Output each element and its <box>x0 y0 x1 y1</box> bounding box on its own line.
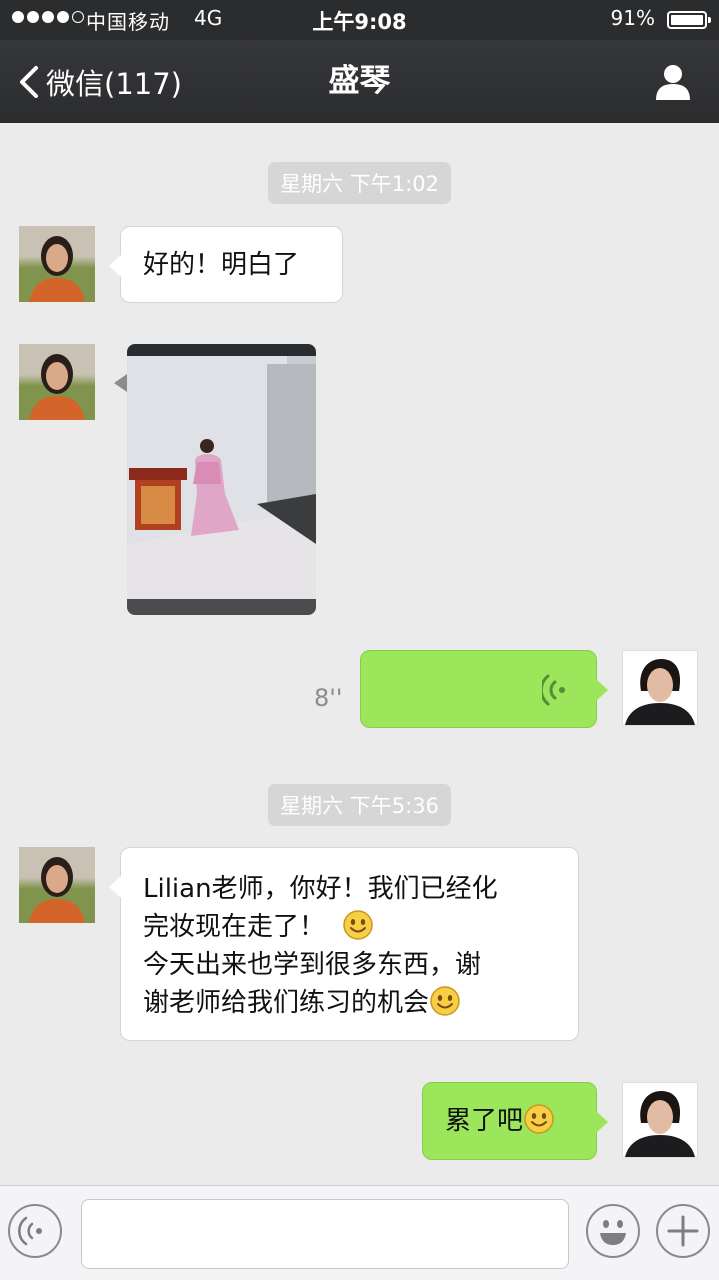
contact-avatar[interactable] <box>19 344 95 420</box>
smile-emoji-icon <box>342 910 373 940</box>
message-input[interactable] <box>81 1199 569 1269</box>
message-text: 累了吧 <box>445 1106 524 1136</box>
back-button[interactable]: 微信(117) <box>18 40 182 123</box>
nav-bar: 微信(117) 盛琴 <box>0 40 719 123</box>
voice-message-bubble[interactable] <box>360 650 608 728</box>
message-bubble-outgoing[interactable]: 累了吧 <box>422 1082 608 1160</box>
my-avatar[interactable] <box>622 650 698 726</box>
timestamp: 星期六 下午5:36 <box>0 784 719 826</box>
status-bar: 中国移动 4G 上午9:08 91% <box>0 0 719 40</box>
photo-bubble-tail <box>114 374 127 392</box>
chevron-left-icon <box>20 65 38 98</box>
back-label: 微信(117) <box>46 66 182 101</box>
smile-emoji-icon <box>430 986 460 1016</box>
voice-input-button[interactable] <box>8 1204 62 1258</box>
voice-icon <box>18 1216 42 1246</box>
emoji-button[interactable] <box>586 1204 640 1258</box>
input-bar <box>0 1185 719 1280</box>
smile-emoji-icon <box>524 1104 554 1134</box>
photo-message[interactable] <box>127 344 316 615</box>
voice-duration: 8'' <box>314 684 343 712</box>
message-line: Lilian老师，你好！我们已经化 <box>143 874 498 904</box>
voice-wave-icon <box>542 674 565 706</box>
emoji-icon <box>600 1220 626 1245</box>
plus-icon <box>667 1215 699 1247</box>
battery-icon <box>667 11 711 29</box>
person-icon[interactable] <box>653 62 693 102</box>
message-line: 完妆现在走了！ <box>143 908 556 946</box>
message-line: 谢老师给我们练习的机会 <box>143 984 556 1022</box>
contact-avatar[interactable] <box>19 226 95 302</box>
timestamp: 星期六 下午1:02 <box>0 162 719 204</box>
message-text: 好的！明白了 <box>143 250 300 280</box>
more-button[interactable] <box>656 1204 710 1258</box>
message-bubble-incoming[interactable]: Lilian老师，你好！我们已经化 完妆现在走了！ 今天出来也学到很多东西，谢 … <box>109 847 579 1041</box>
my-avatar[interactable] <box>622 1082 698 1158</box>
message-line: 今天出来也学到很多东西，谢 <box>143 950 482 980</box>
contact-avatar[interactable] <box>19 847 95 923</box>
message-bubble-incoming[interactable]: 好的！明白了 <box>109 226 343 303</box>
battery-percentage: 91% <box>610 6 655 30</box>
